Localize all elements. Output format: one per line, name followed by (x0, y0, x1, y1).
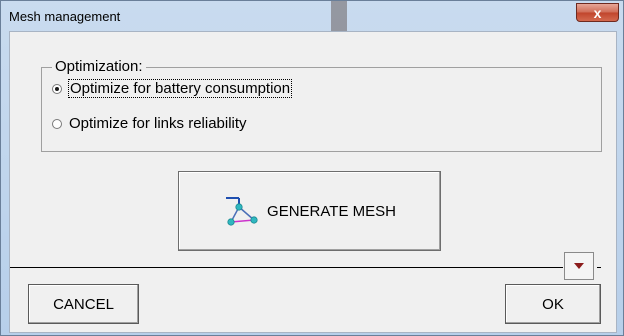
optimization-group: Optimization: Optimize for battery consu… (41, 58, 602, 152)
title-bar[interactable]: Mesh management x (1, 1, 623, 45)
triangle-down-icon (574, 263, 584, 269)
separator-line (10, 267, 563, 268)
expand-dropdown-button[interactable] (564, 252, 594, 280)
radio-reliability[interactable] (52, 118, 62, 129)
radio-battery[interactable] (52, 83, 62, 94)
dialog-body: Optimization: Optimize for battery consu… (9, 31, 617, 333)
ok-button[interactable]: OK (505, 284, 601, 324)
option-battery[interactable]: Optimize for battery consumption (52, 79, 293, 98)
close-icon: x (593, 4, 602, 21)
option-battery-label[interactable]: Optimize for battery consumption (67, 79, 293, 98)
option-reliability[interactable]: Optimize for links reliability (52, 115, 247, 132)
mesh-network-icon (226, 197, 258, 226)
dialog-window: Mesh management x Optimization: Optimize… (0, 0, 624, 336)
generate-mesh-button[interactable]: GENERATE MESH (178, 171, 441, 251)
separator-line-end (597, 267, 601, 268)
generate-mesh-label: GENERATE MESH (267, 202, 396, 220)
option-reliability-label[interactable]: Optimize for links reliability (69, 115, 247, 132)
window-title: Mesh management (9, 9, 121, 24)
close-button[interactable]: x (576, 3, 619, 22)
cancel-button[interactable]: CANCEL (28, 284, 139, 324)
optimization-legend: Optimization: (52, 58, 146, 75)
